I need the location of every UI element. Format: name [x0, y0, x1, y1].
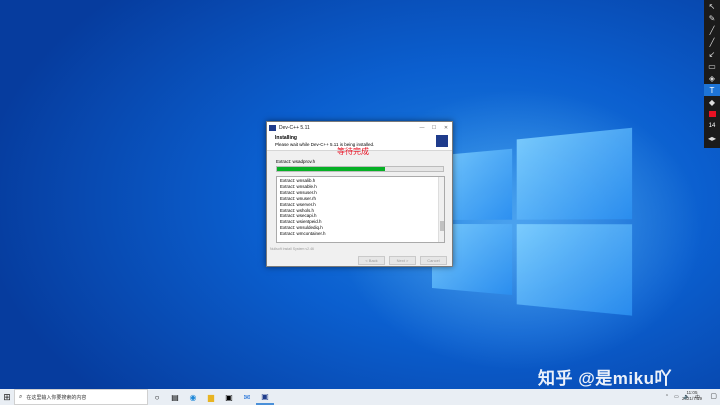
back-button[interactable]: < Back	[358, 256, 385, 265]
install-log-list[interactable]: Extract: wnsalib.h Extract: wnsable.h Extr…	[276, 176, 445, 243]
install-progress-bar	[276, 166, 444, 172]
rectangle-tool-icon[interactable]: ▭	[704, 60, 720, 72]
window-title: Dev-C++ 5.11	[279, 125, 416, 131]
fill-tool-icon[interactable]: ◈	[704, 72, 720, 84]
search-placeholder: 在这里输入你要搜索的内容	[26, 394, 86, 401]
installer-taskbar-icon[interactable]: ▣	[256, 389, 274, 405]
minimize-icon[interactable]: —	[416, 125, 428, 131]
task-view-icon[interactable]: ○	[148, 389, 166, 405]
widgets-icon[interactable]: ▤	[166, 389, 184, 405]
pen-tool-icon[interactable]: ✎	[704, 12, 720, 24]
current-extract-label: Extract: wsadprov.h	[276, 159, 315, 164]
progress-fill	[277, 167, 385, 171]
devcpp-app-icon	[269, 125, 276, 131]
store-icon[interactable]: ▣	[220, 389, 238, 405]
font-size-label: 14	[709, 123, 716, 129]
size-stepper-icon[interactable]: ◂▸	[704, 132, 720, 144]
scrollbar-thumb[interactable]	[440, 221, 444, 231]
pencil-tool-icon[interactable]: ╱	[704, 24, 720, 36]
file-explorer-icon[interactable]: ▆	[202, 389, 220, 405]
arrow-tool-icon[interactable]: ↙	[704, 48, 720, 60]
installer-buttons: < Back Next > Cancel	[358, 256, 447, 265]
marker-tool-icon[interactable]: ╱	[704, 36, 720, 48]
font-size-value[interactable]: 14	[704, 120, 720, 132]
taskbar: ⊞ ⌕ 在这里输入你要搜索的内容 ○ ▤ ◉ ▆ ▣ ✉ ▣ ⌃ ▭ 🔈 中 1…	[0, 389, 720, 405]
cancel-button[interactable]: Cancel	[420, 256, 447, 265]
annotation-toolbar: ↖ ✎ ╱ ╱ ↙ ▭ ◈ T ◆ 14 ◂▸	[704, 0, 720, 148]
network-icon[interactable]: ▭	[674, 394, 679, 400]
windows-logo-graphic	[432, 128, 632, 318]
mail-icon[interactable]: ✉	[238, 389, 256, 405]
installer-titlebar[interactable]: Dev-C++ 5.11 — ☐ ✕	[267, 122, 452, 133]
installer-window: Dev-C++ 5.11 — ☐ ✕ Installing Please wai…	[266, 121, 453, 267]
maximize-icon[interactable]: ☐	[428, 125, 440, 131]
nsis-branding: Nullsoft Install System v2.46	[270, 247, 314, 251]
annotation-text: 等待完成	[337, 146, 369, 157]
clock-date: 2021/7/19	[682, 396, 702, 402]
next-button[interactable]: Next >	[389, 256, 416, 265]
text-tool-icon[interactable]: T	[704, 84, 720, 96]
search-icon: ⌕	[19, 394, 22, 401]
notification-icon[interactable]: ▢	[710, 392, 717, 400]
clock[interactable]: 11:05 2021/7/19	[682, 390, 702, 402]
color-swatch[interactable]	[704, 108, 720, 120]
log-scrollbar[interactable]	[438, 177, 444, 242]
taskbar-search[interactable]: ⌕ 在这里输入你要搜索的内容	[14, 389, 148, 405]
log-line: Extract: wmcontainer.h	[280, 231, 441, 237]
log-lines: Extract: wnsalib.h Extract: wnsable.h Extr…	[277, 177, 444, 238]
eraser-tool-icon[interactable]: ◆	[704, 96, 720, 108]
header-title: Installing	[275, 135, 297, 141]
edge-browser-icon[interactable]: ◉	[184, 389, 202, 405]
watermark: 知乎 @是miku吖	[538, 364, 672, 389]
red-color-swatch	[709, 111, 716, 117]
close-icon[interactable]: ✕	[440, 125, 452, 131]
start-button[interactable]: ⊞	[0, 389, 14, 405]
tray-chevron-icon[interactable]: ⌃	[665, 394, 669, 400]
devcpp-logo-icon	[436, 135, 448, 147]
cursor-tool-icon[interactable]: ↖	[704, 0, 720, 12]
